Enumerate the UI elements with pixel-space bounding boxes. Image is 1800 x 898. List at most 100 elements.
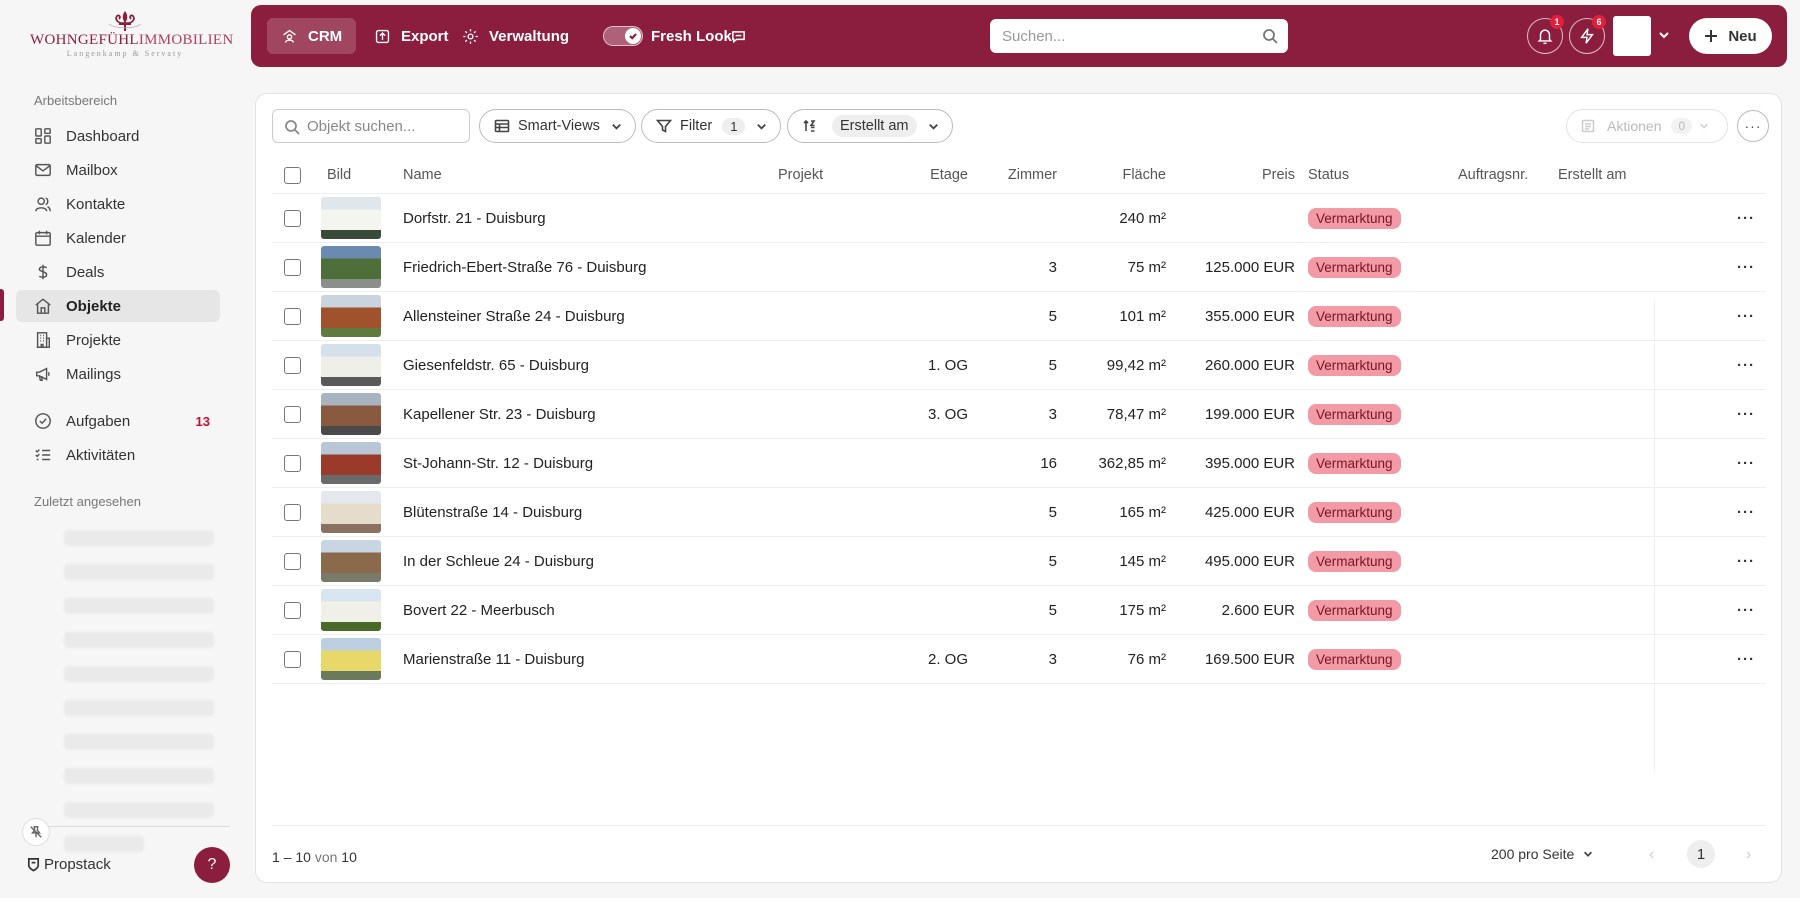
global-search-input[interactable] (990, 19, 1240, 53)
row-more-button[interactable]: ··· (1737, 390, 1755, 438)
avatar[interactable] (1613, 16, 1651, 56)
page-number-button[interactable]: 1 (1687, 840, 1715, 868)
recent-item[interactable] (64, 836, 144, 852)
activity-button[interactable]: 6 (1569, 15, 1606, 54)
property-thumbnail[interactable] (321, 491, 381, 533)
property-thumbnail[interactable] (321, 589, 381, 631)
row-checkbox[interactable] (284, 454, 301, 472)
row-checkbox[interactable] (284, 258, 301, 276)
row-more-button[interactable]: ··· (1737, 586, 1755, 634)
help-button[interactable]: ? (194, 847, 230, 883)
recent-item[interactable] (64, 632, 214, 648)
sidebar-item-deals[interactable]: Deals (16, 256, 220, 288)
sidebar-item-kalender[interactable]: Kalender (16, 222, 220, 254)
row-checkbox[interactable] (284, 405, 301, 423)
property-name[interactable]: Dorfstr. 21 - Duisburg (403, 194, 546, 242)
row-more-button[interactable]: ··· (1737, 439, 1755, 487)
table-row[interactable]: Friedrich-Ebert-Straße 76 - Duisburg 3 75 … (272, 243, 1766, 292)
more-options-button[interactable]: ··· (1737, 110, 1769, 142)
per-page-dropdown[interactable]: 200 pro Seite (1491, 846, 1594, 862)
table-row[interactable]: In der Schleue 24 - Duisburg 5 145 m² 495.0… (272, 537, 1766, 586)
global-search[interactable] (990, 19, 1288, 53)
sidebar-item-aufgaben[interactable]: Aufgaben 13 (16, 405, 220, 437)
col-header-order-no[interactable]: Auftragsnr. (1458, 157, 1528, 193)
prev-page-button[interactable]: ‹ (1649, 846, 1654, 864)
crm-button[interactable]: CRM (267, 18, 357, 54)
row-checkbox[interactable] (284, 650, 301, 668)
sidebar-item-kontakte[interactable]: Kontakte (16, 188, 220, 220)
row-more-button[interactable]: ··· (1737, 243, 1755, 291)
property-name[interactable]: St-Johann-Str. 12 - Duisburg (403, 439, 593, 487)
recent-item[interactable] (64, 564, 214, 580)
recent-item[interactable] (64, 530, 214, 546)
recent-item[interactable] (64, 734, 214, 750)
table-row[interactable]: Blütenstraße 14 - Duisburg 5 165 m² 425.000… (272, 488, 1766, 537)
property-thumbnail[interactable] (321, 344, 381, 386)
col-header-image[interactable]: Bild (327, 157, 351, 193)
recent-item[interactable] (64, 700, 214, 716)
actions-dropdown[interactable]: Aktionen 0 (1566, 109, 1728, 143)
row-more-button[interactable]: ··· (1737, 537, 1755, 585)
table-row[interactable]: Giesenfeldstr. 65 - Duisburg 1. OG 5 99,42 … (272, 341, 1766, 390)
property-thumbnail[interactable] (321, 246, 381, 288)
property-name[interactable]: Giesenfeldstr. 65 - Duisburg (403, 341, 589, 389)
sidebar-item-aktivitaeten[interactable]: Aktivitäten (16, 439, 220, 471)
sort-dropdown[interactable]: Erstellt am (787, 109, 953, 143)
col-header-project[interactable]: Projekt (778, 157, 823, 193)
table-row[interactable]: Kapellener Str. 23 - Duisburg 3. OG 3 78,47… (272, 390, 1766, 439)
row-more-button[interactable]: ··· (1737, 488, 1755, 536)
col-header-created[interactable]: Erstellt am (1558, 157, 1627, 193)
table-row[interactable]: St-Johann-Str. 12 - Duisburg 16 362,85 m² 3… (272, 439, 1766, 488)
table-row[interactable]: Allensteiner Straße 24 - Duisburg 5 101 m²… (272, 292, 1766, 341)
sidebar-item-mailings[interactable]: Mailings (16, 358, 220, 390)
row-checkbox[interactable] (284, 552, 301, 570)
recent-item[interactable] (64, 666, 214, 682)
row-checkbox[interactable] (284, 307, 301, 325)
feedback-chat-icon[interactable] (731, 29, 746, 49)
recent-item[interactable] (64, 598, 214, 614)
property-name[interactable]: Allensteiner Straße 24 - Duisburg (403, 292, 625, 340)
row-checkbox[interactable] (284, 356, 301, 374)
new-button[interactable]: Neu (1689, 18, 1772, 54)
recent-item[interactable] (64, 768, 214, 784)
row-checkbox[interactable] (284, 209, 301, 227)
verwaltung-button[interactable]: Verwaltung (448, 18, 583, 54)
row-more-button[interactable]: ··· (1737, 194, 1755, 242)
property-thumbnail[interactable] (321, 540, 381, 582)
property-name[interactable]: Friedrich-Ebert-Straße 76 - Duisburg (403, 243, 646, 291)
property-thumbnail[interactable] (321, 197, 381, 239)
unpin-sidebar-button[interactable] (22, 818, 50, 846)
property-name[interactable]: Blütenstraße 14 - Duisburg (403, 488, 582, 536)
row-more-button[interactable]: ··· (1737, 635, 1755, 683)
property-thumbnail[interactable] (321, 442, 381, 484)
property-name[interactable]: Marienstraße 11 - Duisburg (403, 635, 584, 683)
object-search[interactable] (272, 109, 470, 143)
recent-item[interactable] (64, 802, 214, 818)
table-row[interactable]: Bovert 22 - Meerbusch 5 175 m² 2.600 EUR Ver… (272, 586, 1766, 635)
brand-logo[interactable]: WOHNGEFÜHLIMMOBILIEN Langenkamp & Servat… (30, 10, 233, 66)
col-header-name[interactable]: Name (403, 157, 442, 193)
smart-views-dropdown[interactable]: Smart-Views (479, 109, 636, 143)
sidebar-item-mailbox[interactable]: Mailbox (16, 154, 220, 186)
col-header-rooms[interactable]: Zimmer (972, 157, 1057, 193)
col-header-status[interactable]: Status (1308, 157, 1349, 193)
row-more-button[interactable]: ··· (1737, 292, 1755, 340)
property-thumbnail[interactable] (321, 638, 381, 680)
filter-dropdown[interactable]: Filter 1 (641, 109, 782, 143)
user-menu-chevron[interactable] (1657, 28, 1671, 47)
col-header-floor[interactable]: Etage (872, 157, 968, 193)
table-row[interactable]: Dorfstr. 21 - Duisburg 240 m² Vermarktung ·… (272, 194, 1766, 243)
row-checkbox[interactable] (284, 503, 301, 521)
row-more-button[interactable]: ··· (1737, 341, 1755, 389)
next-page-button[interactable]: › (1746, 846, 1751, 864)
property-name[interactable]: In der Schleue 24 - Duisburg (403, 537, 594, 585)
property-thumbnail[interactable] (321, 295, 381, 337)
property-thumbnail[interactable] (321, 393, 381, 435)
sidebar-item-projekte[interactable]: Projekte (16, 324, 220, 356)
table-row[interactable]: Marienstraße 11 - Duisburg 2. OG 3 76 m² 169… (272, 635, 1766, 684)
property-name[interactable]: Kapellener Str. 23 - Duisburg (403, 390, 596, 438)
object-search-input[interactable] (307, 110, 467, 142)
select-all-checkbox[interactable] (284, 166, 301, 184)
sidebar-item-dashboard[interactable]: Dashboard (16, 120, 220, 152)
property-name[interactable]: Bovert 22 - Meerbusch (403, 586, 555, 634)
